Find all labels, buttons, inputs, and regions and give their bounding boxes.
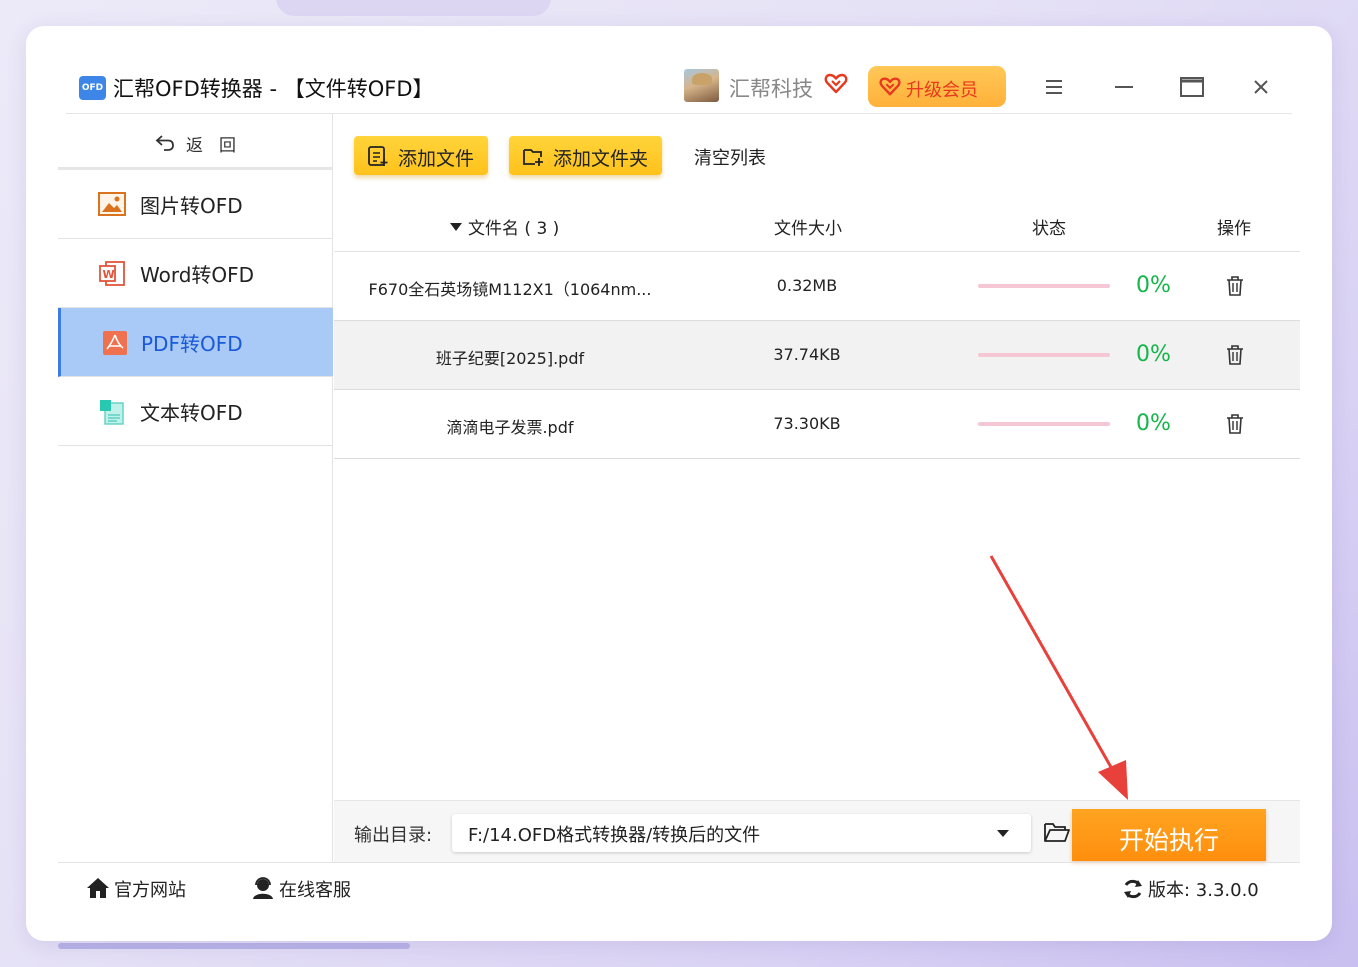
back-button[interactable]: 返回: [58, 114, 333, 170]
file-table-header: 文件名 ( 3 ) 文件大小 状态 操作: [334, 202, 1300, 252]
app-title: 汇帮OFD转换器 - 【文件转OFD】: [113, 77, 434, 101]
filesize-column-header: 文件大小: [774, 219, 842, 239]
menu-icon[interactable]: [1039, 72, 1069, 102]
text-file-icon: [100, 400, 124, 425]
clear-list-button[interactable]: 清空列表: [694, 144, 766, 170]
add-folder-button[interactable]: 添加文件夹: [509, 136, 662, 175]
table-row[interactable]: 班子纪要[2025].pdf 37.74KB 0%: [334, 321, 1300, 390]
progress-percent: 0%: [1136, 273, 1171, 298]
sidebar-item-label: Word转OFD: [140, 263, 255, 287]
background-tab: [276, 0, 551, 16]
file-name: 班子纪要[2025].pdf: [435, 349, 585, 368]
trash-icon[interactable]: [1225, 275, 1245, 297]
version-label: 版本: 3.3.0.0: [1148, 880, 1259, 901]
table-row[interactable]: 滴滴电子发票.pdf 73.30KB 0%: [334, 390, 1300, 459]
sidebar-item-pdf-to-ofd[interactable]: PDF转OFD: [58, 308, 333, 377]
sidebar-item-label: PDF转OFD: [141, 332, 243, 356]
progress-percent: 0%: [1136, 411, 1171, 436]
app-logo-icon: OFD: [79, 76, 106, 100]
official-site-label: 官方网站: [114, 880, 186, 901]
vip-heart-icon: [824, 73, 848, 94]
background-scrollbar: [58, 943, 410, 949]
title-bar: OFD 汇帮OFD转换器 - 【文件转OFD】 汇帮科技 升级会员: [26, 26, 1332, 114]
file-size: 73.30KB: [773, 414, 841, 433]
close-icon[interactable]: [1246, 72, 1276, 102]
pdf-icon: [103, 331, 127, 355]
sidebar-item-label: 图片转OFD: [140, 194, 243, 218]
open-folder-icon[interactable]: [1043, 820, 1071, 844]
add-folder-label: 添加文件夹: [553, 148, 649, 170]
add-folder-icon: [523, 149, 543, 166]
progress-bar: [978, 353, 1110, 357]
filename-column-header[interactable]: 文件名 ( 3 ): [450, 214, 559, 239]
image-icon: [98, 192, 126, 216]
progress-percent: 0%: [1136, 342, 1171, 367]
customer-service-icon: [253, 877, 273, 899]
output-dir-value: F:/14.OFD格式转换器/转换后的文件: [468, 825, 761, 846]
progress-bar: [978, 284, 1110, 288]
file-name: F670全石英场镜M112X1（1064nm...: [368, 280, 652, 299]
trash-icon[interactable]: [1225, 413, 1245, 435]
start-button-label: 开始执行: [1118, 826, 1219, 855]
home-icon: [87, 878, 109, 898]
file-name: 滴滴电子发票.pdf: [446, 418, 574, 437]
table-row[interactable]: F670全石英场镜M112X1（1064nm... 0.32MB 0%: [334, 252, 1300, 321]
operation-column-header: 操作: [1217, 219, 1251, 239]
user-avatar[interactable]: [684, 69, 719, 102]
version-info[interactable]: 版本: 3.3.0.0: [1122, 876, 1302, 901]
progress-bar: [978, 422, 1110, 426]
file-size: 37.74KB: [773, 345, 841, 364]
maximize-icon[interactable]: [1177, 72, 1207, 102]
sidebar-item-image-to-ofd[interactable]: 图片转OFD: [58, 170, 333, 239]
trash-icon[interactable]: [1225, 344, 1245, 366]
back-arrow-icon: [155, 135, 174, 151]
back-label: 返回: [186, 136, 252, 156]
add-file-icon: [368, 146, 388, 166]
minimize-icon[interactable]: [1109, 72, 1139, 102]
sidebar-item-label: 文本转OFD: [140, 401, 243, 425]
upgrade-vip-button[interactable]: 升级会员: [868, 66, 1006, 107]
company-name: 汇帮科技: [729, 77, 813, 101]
output-dir-label: 输出目录:: [354, 825, 433, 846]
status-column-header: 状态: [1032, 219, 1066, 239]
online-service-link[interactable]: 在线客服: [251, 876, 371, 901]
vip-heart-icon: [879, 77, 901, 96]
sidebar: 返回 图片转OFD W Word转OFD PDF转OFD 文本转OFD: [58, 114, 333, 862]
footer: 官方网站 在线客服 版本: 3.3.0.0: [58, 862, 1300, 910]
word-icon: W: [99, 261, 125, 286]
app-window: OFD 汇帮OFD转换器 - 【文件转OFD】 汇帮科技 升级会员 返回 图片转…: [26, 26, 1332, 941]
add-file-button[interactable]: 添加文件: [354, 136, 488, 175]
refresh-icon: [1124, 879, 1142, 899]
output-bar: 输出目录: F:/14.OFD格式转换器/转换后的文件 开始执行: [334, 800, 1300, 862]
sidebar-item-text-to-ofd[interactable]: 文本转OFD: [58, 377, 333, 446]
official-site-link[interactable]: 官方网站: [86, 876, 206, 901]
filename-header-label: 文件名 ( 3 ): [468, 219, 560, 239]
sort-caret-icon: [450, 223, 462, 231]
online-service-label: 在线客服: [279, 880, 351, 901]
chevron-down-icon: [997, 830, 1009, 837]
start-button[interactable]: 开始执行: [1072, 809, 1266, 861]
file-size: 0.32MB: [776, 276, 838, 295]
sidebar-item-word-to-ofd[interactable]: W Word转OFD: [58, 239, 333, 308]
add-file-label: 添加文件: [398, 148, 475, 170]
upgrade-vip-label: 升级会员: [906, 80, 978, 101]
output-dir-select[interactable]: F:/14.OFD格式转换器/转换后的文件: [452, 814, 1031, 852]
svg-text:W: W: [103, 268, 115, 281]
